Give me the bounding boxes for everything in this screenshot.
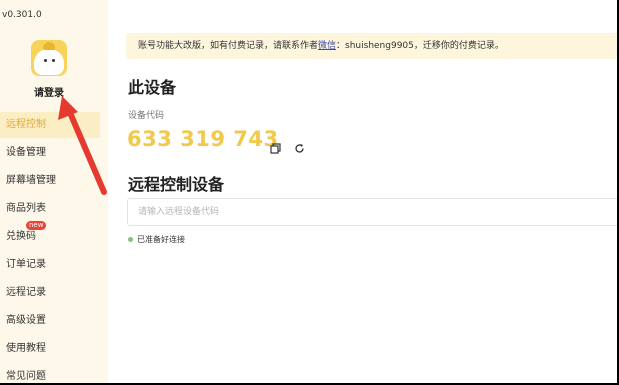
annotation-arrow-icon xyxy=(58,96,107,195)
sidebar-item-label: 兑换码 xyxy=(6,231,36,242)
remote-device-code-input[interactable] xyxy=(127,198,617,226)
sidebar-item-label: 设备管理 xyxy=(6,147,46,158)
avatar-body xyxy=(34,49,64,75)
sidebar-item-label: 屏幕墙管理 xyxy=(6,175,56,186)
sidebar-item-redeem-code[interactable]: 兑换码 new xyxy=(0,221,100,250)
new-badge: new xyxy=(26,221,47,230)
sidebar-item-label: 远程记录 xyxy=(6,287,46,298)
sidebar-item-label: 常见问题 xyxy=(6,371,46,382)
sidebar-item-label: 订单记录 xyxy=(6,259,46,270)
copy-icon[interactable] xyxy=(270,139,281,158)
notice-text: 账号功能大改版，如有付费记录，请联系作者 xyxy=(138,41,319,51)
sidebar-item-orders[interactable]: 订单记录 xyxy=(0,252,100,278)
avatar[interactable] xyxy=(31,40,67,76)
sidebar-item-faq[interactable]: 常见问题 xyxy=(0,364,100,383)
sidebar-item-label: 使用教程 xyxy=(6,343,46,354)
device-code: 633 319 743 xyxy=(127,127,279,151)
version-label: v0.301.0 xyxy=(2,10,42,20)
notice-text-suffix: ：shuisheng9905，迁移你的付费记录。 xyxy=(336,41,504,51)
avatar-eye xyxy=(52,59,55,62)
refresh-icon[interactable] xyxy=(294,139,305,158)
sidebar-item-label: 远程控制 xyxy=(6,119,46,130)
this-device-heading: 此设备 xyxy=(128,78,177,97)
sidebar-item-remote-history[interactable]: 远程记录 xyxy=(0,280,100,306)
sidebar-item-tutorial[interactable]: 使用教程 xyxy=(0,336,100,362)
main-content: 账号功能大改版，如有付费记录，请联系作者微信：shuisheng9905，迁移你… xyxy=(108,0,617,383)
wechat-link[interactable]: 微信 xyxy=(318,41,336,51)
notice-banner: 账号功能大改版，如有付费记录，请联系作者微信：shuisheng9905，迁移你… xyxy=(126,33,617,59)
avatar-hat xyxy=(43,42,55,50)
app-window: v0.301.0 请登录 远程控制 设备管理 屏幕墙管理 商品列表 兑换码 ne… xyxy=(0,0,617,383)
remote-control-heading: 远程控制设备 xyxy=(128,175,225,194)
connection-status-text: 已准备好连接 xyxy=(137,235,185,244)
connection-status: 已准备好连接 xyxy=(128,234,185,245)
status-dot-icon xyxy=(128,237,133,242)
avatar-eye xyxy=(44,59,47,62)
sidebar-item-label: 商品列表 xyxy=(6,203,46,214)
sidebar-item-label: 高级设置 xyxy=(6,315,46,326)
sidebar-item-products[interactable]: 商品列表 xyxy=(0,196,100,222)
sidebar-item-advanced-settings[interactable]: 高级设置 xyxy=(0,308,100,334)
device-code-label: 设备代码 xyxy=(128,111,165,121)
